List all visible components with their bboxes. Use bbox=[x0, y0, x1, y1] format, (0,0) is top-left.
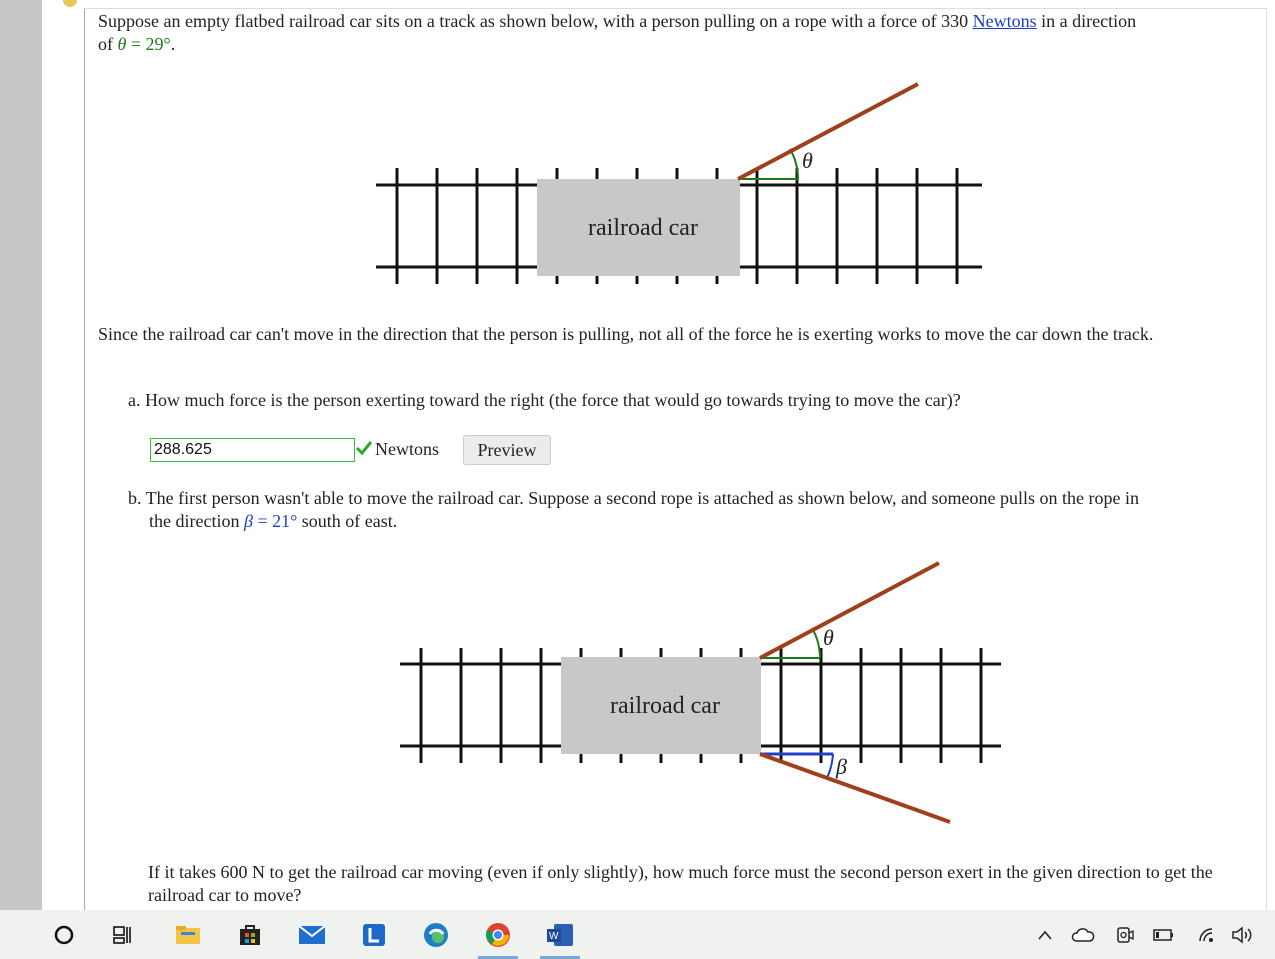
intro-text-2: in a direction bbox=[1036, 11, 1137, 31]
theta-arc-2 bbox=[811, 627, 822, 659]
word-button[interactable]: W bbox=[536, 910, 584, 959]
svg-text:W: W bbox=[549, 931, 559, 942]
volume-tray[interactable] bbox=[1226, 910, 1260, 959]
theta-label: θ bbox=[802, 148, 813, 173]
question-b-text: b. The first person wasn't able to move … bbox=[128, 488, 1139, 508]
volume-icon bbox=[1232, 925, 1252, 944]
problem-marker bbox=[63, 0, 77, 7]
since-text: Since the railroad car can't move in the… bbox=[98, 324, 1154, 344]
wifi-icon bbox=[1199, 927, 1213, 942]
meet-now-tray[interactable] bbox=[1108, 910, 1142, 959]
store-button[interactable] bbox=[226, 910, 274, 959]
preview-button[interactable]: Preview bbox=[463, 435, 551, 465]
answer-input-a[interactable] bbox=[150, 438, 355, 462]
start-icon bbox=[54, 925, 74, 944]
rope-1-second bbox=[759, 561, 940, 660]
railroad-diagram-1: railroad car θ bbox=[376, 82, 982, 284]
mail-icon bbox=[298, 924, 326, 944]
chrome-icon bbox=[486, 922, 510, 947]
railroad-diagram-2: railroad car θ β bbox=[400, 561, 1001, 824]
content-top-border bbox=[84, 8, 1267, 9]
rope-1 bbox=[737, 82, 919, 181]
check-icon bbox=[355, 441, 373, 456]
newtons-link[interactable]: Newtons bbox=[973, 11, 1037, 31]
unit-label: Newtons bbox=[375, 439, 439, 459]
car-label: railroad car bbox=[588, 215, 698, 241]
chevron-up-icon bbox=[1038, 930, 1052, 940]
left-gutter bbox=[0, 0, 42, 910]
intro-of: of bbox=[98, 34, 118, 54]
content-border bbox=[84, 8, 85, 910]
question-a: a. How much force is the person exerting… bbox=[128, 390, 961, 410]
onedrive-tray[interactable] bbox=[1066, 910, 1100, 959]
beta-math: β = 21° bbox=[243, 511, 298, 531]
problem-intro: Suppose an empty flatbed railroad car si… bbox=[98, 11, 1137, 54]
mail-button[interactable] bbox=[288, 910, 336, 959]
word-icon: W bbox=[547, 923, 573, 946]
show-hidden-icons[interactable] bbox=[1028, 910, 1062, 959]
content-right-border bbox=[1266, 8, 1267, 910]
question-b-followup: If it takes 600 N to get the railroad ca… bbox=[148, 862, 1213, 905]
file-explorer-button[interactable] bbox=[164, 910, 212, 959]
meet-now-icon bbox=[1117, 926, 1134, 943]
intro-text: Suppose an empty flatbed railroad car si… bbox=[98, 11, 973, 31]
lexia-icon bbox=[363, 923, 385, 946]
lexia-button[interactable] bbox=[350, 910, 398, 959]
task-view-icon bbox=[113, 925, 131, 944]
beta-arc bbox=[826, 753, 834, 779]
beta-label: β bbox=[835, 754, 847, 779]
chrome-button[interactable] bbox=[474, 910, 522, 959]
store-icon bbox=[240, 924, 260, 945]
theta-label-2: θ bbox=[823, 625, 834, 650]
rope-2 bbox=[759, 752, 951, 824]
edge-icon bbox=[424, 922, 448, 947]
wifi-tray[interactable] bbox=[1190, 910, 1224, 959]
task-view-button[interactable] bbox=[98, 910, 146, 959]
battery-tray[interactable] bbox=[1147, 910, 1181, 959]
battery-icon bbox=[1153, 928, 1173, 941]
question-b: b. The first person wasn't able to move … bbox=[128, 488, 1139, 531]
start-button[interactable] bbox=[40, 910, 88, 959]
onedrive-icon bbox=[1071, 927, 1095, 942]
theta-math: θ = 29° bbox=[117, 34, 171, 54]
car-label-2: railroad car bbox=[610, 693, 720, 719]
file-explorer-icon bbox=[176, 925, 200, 944]
question-b-direction: the direction bbox=[149, 511, 244, 531]
edge-button[interactable] bbox=[412, 910, 460, 959]
taskbar: W bbox=[0, 910, 1275, 959]
